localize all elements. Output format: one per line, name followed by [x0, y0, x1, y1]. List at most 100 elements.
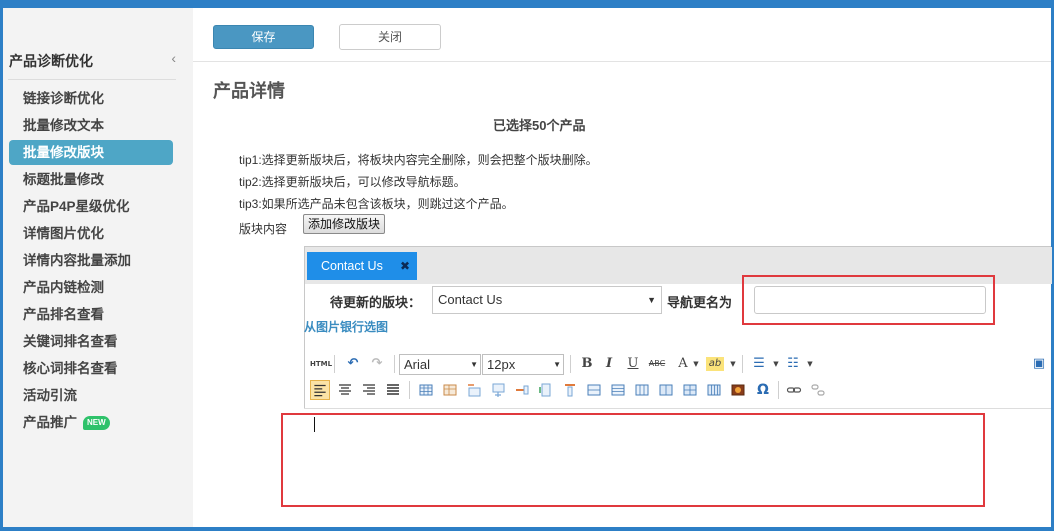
bold-button[interactable]: B: [578, 354, 596, 374]
undo-icon[interactable]: ↶: [344, 354, 362, 374]
tip-2: tip2:选择更新版块后，可以修改导航标题。: [239, 175, 466, 189]
window-frame-bottom: [0, 527, 1054, 531]
font-family-value: Arial: [404, 357, 431, 372]
new-badge: NEW: [83, 416, 110, 430]
highlight-color-button[interactable]: ab: [706, 357, 724, 371]
underline-button[interactable]: U: [624, 354, 642, 374]
block-content-label: 版块内容: [239, 222, 288, 236]
bullet-list-icon[interactable]: ☰: [750, 354, 768, 374]
sidebar: 产品诊断优化 ‹ 链接诊断优化 批量修改文本 批量修改版块 标题批量修改 产品P…: [3, 8, 193, 527]
sidebar-item-detail-content-add[interactable]: 详情内容批量添加: [9, 248, 173, 273]
split-cells-icon[interactable]: [658, 382, 674, 398]
unlink-icon[interactable]: [810, 382, 826, 398]
sidebar-item-product-promotion[interactable]: 产品推广 NEW: [9, 410, 173, 435]
sidebar-item-detail-image[interactable]: 详情图片优化: [9, 221, 173, 246]
image-bank-link[interactable]: 从图片银行选图: [304, 318, 388, 335]
strikethrough-button[interactable]: ABC: [648, 354, 666, 374]
font-size-select[interactable]: 12px ▼: [482, 354, 564, 375]
caret-down-icon: ▼: [470, 360, 478, 369]
sidebar-item-label: 核心词排名查看: [23, 361, 118, 376]
caret-down-icon[interactable]: ▼: [801, 354, 819, 374]
merge-down-icon[interactable]: [634, 382, 650, 398]
align-right-icon[interactable]: [361, 382, 377, 398]
html-source-button[interactable]: HTML: [310, 354, 332, 374]
sidebar-item-label: 产品P4P星级优化: [23, 199, 130, 214]
chevron-left-icon[interactable]: ‹: [171, 50, 176, 66]
font-family-select[interactable]: Arial ▼: [399, 354, 481, 375]
sidebar-item-title-batch-edit[interactable]: 标题批量修改: [9, 167, 173, 192]
align-left-icon[interactable]: [310, 380, 330, 400]
split-rows-icon[interactable]: [682, 382, 698, 398]
insert-row-after-icon[interactable]: [490, 382, 506, 398]
toolbar-row-1: HTML ↶ ↷ Arial ▼ 12px ▼ B I U ABC A ▼ ab…: [306, 352, 1051, 376]
align-center-icon[interactable]: [337, 382, 353, 398]
caret-down-icon[interactable]: ▼: [767, 354, 785, 374]
update-block-select[interactable]: Contact Us ▼: [432, 286, 662, 314]
sidebar-item-core-keyword-ranking[interactable]: 核心词排名查看: [9, 356, 173, 381]
delete-row-icon[interactable]: [514, 382, 530, 398]
merge-cells-icon[interactable]: [586, 382, 602, 398]
toolbar-separator: [570, 355, 571, 373]
sidebar-item-label: 标题批量修改: [23, 172, 104, 187]
toolbar-separator: [409, 381, 410, 399]
tip-1: tip1:选择更新版块后，将板块内容完全删除，则会把整个版块删除。: [239, 153, 598, 167]
caret-down-icon: ▼: [553, 360, 561, 369]
fullscreen-icon[interactable]: ▣: [1030, 354, 1048, 374]
redo-icon[interactable]: ↷: [368, 354, 386, 374]
tab-label: Contact Us: [321, 259, 383, 273]
toolbar-separator: [334, 355, 335, 373]
sidebar-item-label: 批量修改版块: [23, 145, 104, 160]
font-size-value: 12px: [487, 357, 516, 372]
insert-table-icon[interactable]: [418, 382, 434, 398]
sidebar-item-batch-edit-block[interactable]: 批量修改版块: [9, 140, 173, 165]
sidebar-title: 产品诊断优化: [9, 53, 93, 69]
sidebar-item-internal-link[interactable]: 产品内链检测: [9, 275, 173, 300]
sidebar-nav: 链接诊断优化 批量修改文本 批量修改版块 标题批量修改 产品P4P星级优化 详情…: [9, 86, 173, 437]
save-button[interactable]: 保存: [213, 25, 314, 49]
update-block-value: Contact Us: [438, 292, 503, 307]
table-properties-icon[interactable]: [442, 382, 458, 398]
caret-down-icon[interactable]: ▼: [724, 354, 742, 374]
action-bar: 保存 关闭: [193, 8, 1051, 62]
merge-right-icon[interactable]: [610, 382, 626, 398]
tab-contact-us[interactable]: Contact Us ✖: [307, 252, 417, 280]
sidebar-item-label: 批量修改文本: [23, 118, 104, 133]
sidebar-item-label: 关键词排名查看: [23, 334, 118, 349]
insert-column-icon[interactable]: [538, 382, 554, 398]
sidebar-item-label: 详情内容批量添加: [23, 253, 131, 268]
page-title: 产品详情: [213, 81, 285, 101]
sidebar-item-label: 链接诊断优化: [23, 91, 104, 106]
numbered-list-icon[interactable]: ☷: [784, 354, 802, 374]
delete-column-icon[interactable]: [562, 382, 578, 398]
sidebar-item-activity-traffic[interactable]: 活动引流: [9, 383, 173, 408]
close-icon[interactable]: ✖: [400, 252, 410, 280]
sidebar-item-link-diagnosis[interactable]: 链接诊断优化: [9, 86, 173, 111]
highlight-box-editor: [281, 413, 985, 507]
insert-image-icon[interactable]: [730, 382, 746, 398]
update-block-label: 待更新的版块：: [330, 295, 422, 310]
tip-3: tip3:如果所选产品未包含该板块，则跳过这个产品。: [239, 197, 514, 211]
sidebar-item-batch-edit-text[interactable]: 批量修改文本: [9, 113, 173, 138]
rename-nav-label: 导航更名为: [667, 295, 733, 310]
caret-down-icon[interactable]: ▼: [687, 354, 705, 374]
insert-row-before-icon[interactable]: [466, 382, 482, 398]
sidebar-item-keyword-ranking[interactable]: 关键词排名查看: [9, 329, 173, 354]
highlight-box-nav-input: [742, 275, 995, 325]
sidebar-item-label: 详情图片优化: [23, 226, 104, 241]
split-columns-icon[interactable]: [706, 382, 722, 398]
sidebar-item-p4p-star[interactable]: 产品P4P星级优化: [9, 194, 173, 219]
close-button[interactable]: 关闭: [339, 24, 441, 50]
sidebar-item-label: 产品排名查看: [23, 307, 104, 322]
toolbar-separator: [394, 355, 395, 373]
special-char-button[interactable]: Ω: [754, 380, 772, 400]
sidebar-item-label: 活动引流: [23, 388, 77, 403]
toolbar-separator: [742, 355, 743, 373]
link-icon[interactable]: [786, 382, 802, 398]
sidebar-item-product-ranking[interactable]: 产品排名查看: [9, 302, 173, 327]
italic-button[interactable]: I: [600, 354, 618, 374]
editor-toolbar: HTML ↶ ↷ Arial ▼ 12px ▼ B I U ABC A ▼ ab…: [306, 348, 1051, 410]
toolbar-row-2: Ω: [306, 378, 1051, 402]
add-block-button[interactable]: 添加修改版块: [303, 214, 385, 234]
align-justify-icon[interactable]: [385, 382, 401, 398]
selected-count: 已选择50个产品: [493, 118, 586, 133]
